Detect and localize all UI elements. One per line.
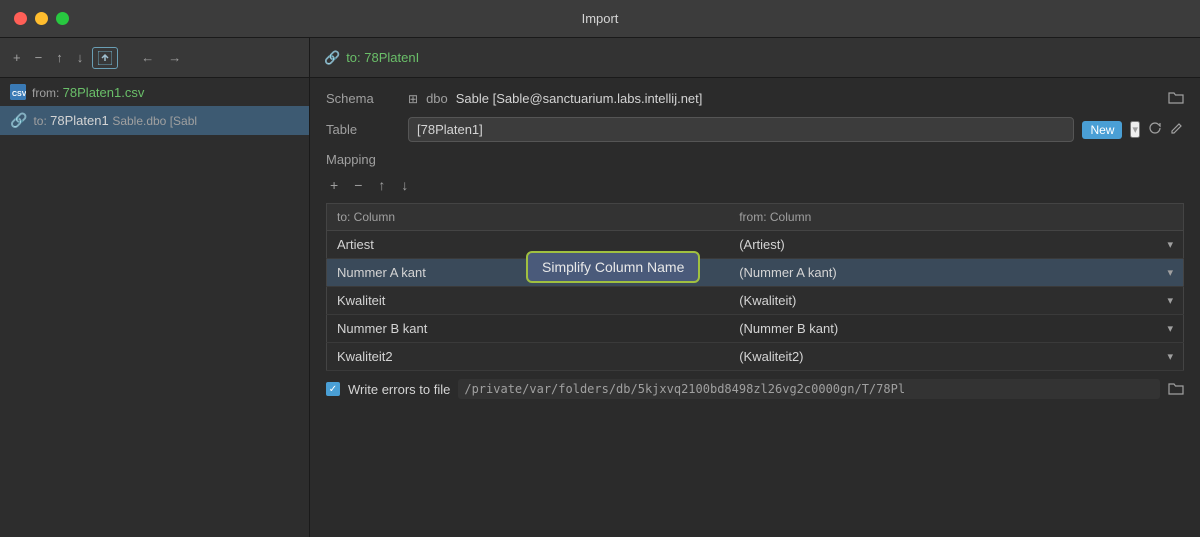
maximize-button[interactable] [56,12,69,25]
mapping-row[interactable]: Artiest (Artiest) ▾ [327,231,1184,259]
mapping-label: Mapping [326,152,1184,167]
write-errors-label: Write errors to file [348,382,450,397]
mapping-row[interactable]: Nummer A kant (Nummer A kant) ▾ [327,259,1184,287]
table-edit-button[interactable] [1170,121,1184,138]
minimize-button[interactable] [35,12,48,25]
nav-link-text: to: 78PlatenI [346,50,419,65]
table-dropdown-button[interactable]: ▾ [1130,121,1140,138]
row-chevron-icon: ▾ [1167,322,1173,335]
mapping-header-row: to: Column from: Column [327,204,1184,231]
mapping-add-button[interactable]: + [326,175,342,195]
table-input[interactable] [408,117,1074,142]
to-column-header: to: Column [327,204,730,231]
schema-dbo: dbo [426,91,448,106]
remove-button[interactable]: − [30,47,48,68]
svg-text:CSV: CSV [12,91,26,98]
mapping-row[interactable]: Kwaliteit (Kwaliteit) ▾ [327,287,1184,315]
row-chevron-icon: ▾ [1167,350,1173,363]
to-cell: Nummer B kant [327,315,730,343]
upload-icon [98,51,112,65]
errors-folder-icon [1168,381,1184,395]
tooltip-text: Simplify Column Name [526,251,700,283]
to-cell: Kwaliteit [327,287,730,315]
mapping-row[interactable]: Kwaliteit2 (Kwaliteit2) ▾ [327,343,1184,371]
sidebar-item-csv[interactable]: CSV from: 78Platen1.csv [0,78,309,106]
new-badge: New [1082,121,1122,139]
folder-icon [1168,90,1184,104]
mapping-container: to: Column from: Column Artiest (Artiest… [326,203,1184,371]
row-chevron-icon: ▾ [1167,266,1173,279]
from-cell: (Nummer A kant) ▾ [729,259,1183,287]
form-area: Schema ⊞ dbo Sable [Sable@sanctuarium.la… [310,78,1200,411]
table-refresh-button[interactable] [1148,121,1162,138]
move-up-button[interactable]: ↑ [51,47,68,68]
content-nav: 🔗 to: 78PlatenI [310,38,1200,78]
from-cell: (Artiest) ▾ [729,231,1183,259]
refresh-icon [1148,121,1162,135]
mapping-row[interactable]: Nummer B kant (Nummer B kant) ▾ [327,315,1184,343]
write-errors-folder-button[interactable] [1168,381,1184,398]
window-title: Import [582,11,619,26]
nav-link-icon: 🔗 [324,50,340,66]
csv-file-icon: CSV [10,84,26,100]
simplify-tooltip: Simplify Column Name [526,251,700,283]
back-button[interactable]: ← [136,47,159,68]
schema-value: ⊞ dbo Sable [Sable@sanctuarium.labs.inte… [408,90,1184,107]
row-chevron-icon: ▾ [1167,238,1173,251]
sidebar-toolbar: + − ↑ ↓ ← → [0,38,309,78]
schema-server: Sable [Sable@sanctuarium.labs.intellij.n… [456,91,703,106]
from-column-header: from: Column [729,204,1183,231]
link-icon: 🔗 [10,112,27,129]
mapping-table: to: Column from: Column Artiest (Artiest… [326,203,1184,371]
edit-icon [1170,121,1184,135]
mapping-down-button[interactable]: ↓ [397,175,412,195]
sidebar: + − ↑ ↓ ← → CSV from: 78P [0,38,310,537]
content-area: 🔗 to: 78PlatenI Schema ⊞ dbo Sable [Sabl… [310,38,1200,537]
add-button[interactable]: + [8,47,26,68]
table-label: Table [326,122,396,137]
write-errors-row: ✓ Write errors to file /private/var/fold… [326,371,1184,399]
main-layout: + − ↑ ↓ ← → CSV from: 78P [0,38,1200,537]
csv-icon: CSV [10,84,26,100]
table-row-form: Table New ▾ [326,117,1184,142]
move-down-button[interactable]: ↓ [72,47,89,68]
from-cell: (Nummer B kant) ▾ [729,315,1183,343]
from-cell: (Kwaliteit) ▾ [729,287,1183,315]
sidebar-item-db[interactable]: 🔗 to: 78Platen1 Sable.dbo [Sabl [0,106,309,135]
close-button[interactable] [14,12,27,25]
window-controls [14,12,69,25]
forward-button[interactable]: → [163,47,186,68]
schema-db-icon: ⊞ [408,92,418,106]
schema-row: Schema ⊞ dbo Sable [Sable@sanctuarium.la… [326,90,1184,107]
schema-folder-button[interactable] [1168,90,1184,107]
from-cell: (Kwaliteit2) ▾ [729,343,1183,371]
db-item-label: to: 78Platen1 Sable.dbo [Sabl [33,113,197,128]
titlebar: Import [0,0,1200,38]
write-errors-path: /private/var/folders/db/5kjxvq2100bd8498… [458,379,1160,399]
csv-item-label: from: 78Platen1.csv [32,85,144,100]
schema-label: Schema [326,91,396,106]
to-cell: Kwaliteit2 [327,343,730,371]
mapping-remove-button[interactable]: − [350,175,366,195]
upload-button[interactable] [92,47,118,69]
mapping-toolbar: + − ↑ ↓ [326,175,1184,195]
mapping-up-button[interactable]: ↑ [374,175,389,195]
write-errors-checkbox[interactable]: ✓ [326,382,340,396]
row-chevron-icon: ▾ [1167,294,1173,307]
